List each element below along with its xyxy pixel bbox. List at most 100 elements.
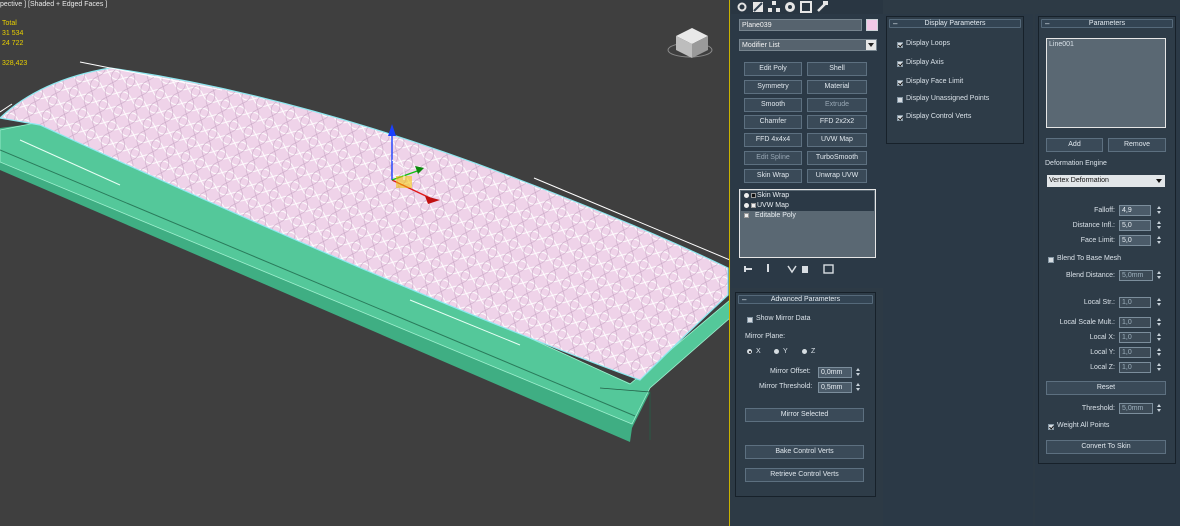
local-str-spinner-arrows[interactable] (1157, 297, 1162, 308)
display-icon[interactable] (800, 1, 812, 13)
retrieve-control-verts-button[interactable]: Retrieve Control Verts (745, 468, 864, 482)
modifier-button-edit-spline[interactable]: Edit Spline (744, 151, 802, 165)
modifier-button-extrude[interactable]: Extrude (807, 98, 867, 112)
mirror-threshold-spinner-arrows[interactable] (856, 382, 861, 393)
modifier-button-shell[interactable]: Shell (807, 62, 867, 76)
viewport-scene[interactable] (0, 0, 730, 526)
display-unassigned-points-checkbox[interactable] (897, 97, 903, 103)
weight-all-points-checkbox[interactable] (1048, 424, 1054, 430)
threshold-spinner[interactable]: 5,0mm (1119, 403, 1153, 414)
advanced-parameters-rollout: – Advanced Parameters Show Mirror Data M… (735, 292, 876, 497)
modifier-list-dropdown[interactable]: Modifier List (739, 39, 877, 51)
motion-icon[interactable] (784, 1, 796, 13)
threshold-spinner-arrows[interactable] (1157, 403, 1162, 414)
stack-item-editable-poly[interactable]: Editable Poly (741, 211, 874, 221)
perspective-viewport[interactable]: pective ] [Shaded + Edged Faces ] Total … (0, 0, 730, 526)
mirror-offset-spinner[interactable]: 0,0mm (818, 367, 852, 378)
distance-infl-spinner[interactable]: 5,0 (1119, 220, 1151, 231)
lightbulb-icon[interactable] (744, 193, 749, 198)
modifier-button-symmetry[interactable]: Symmetry (744, 80, 802, 94)
blend-to-base-checkbox[interactable] (1048, 257, 1054, 263)
modifier-button-uvw-map[interactable]: UVW Map (807, 133, 867, 147)
bake-control-verts-button[interactable]: Bake Control Verts (745, 445, 864, 459)
blend-distance-spinner-arrows[interactable] (1157, 270, 1162, 281)
mirror-offset-spinner-arrows[interactable] (856, 367, 861, 378)
local-y-spinner[interactable]: 1,0 (1119, 347, 1151, 358)
utilities-icon[interactable] (816, 1, 828, 13)
mirror-offset-label: Mirror Offset: (770, 368, 811, 375)
control-objects-list[interactable]: Line001 (1046, 38, 1166, 128)
local-scale-mult-spinner[interactable]: 1,0 (1119, 317, 1151, 328)
advanced-parameters-title: Advanced Parameters (770, 296, 841, 303)
blend-distance-spinner[interactable]: 5,0mm (1119, 270, 1153, 281)
modifier-button-material[interactable]: Material (807, 80, 867, 94)
show-end-result-icon[interactable] (765, 264, 771, 274)
chevron-down-icon[interactable] (1156, 179, 1162, 183)
chevron-down-icon[interactable] (866, 40, 876, 50)
show-mirror-data-checkbox[interactable] (747, 317, 753, 323)
object-color-swatch[interactable] (866, 19, 878, 31)
remove-button[interactable]: Remove (1108, 138, 1166, 152)
modifier-stack[interactable]: Skin Wrap UVW Map Editable Poly (739, 189, 876, 258)
modify-icon[interactable] (752, 1, 764, 13)
hierarchy-icon[interactable] (768, 1, 780, 13)
parameters-header[interactable]: – Parameters (1041, 19, 1173, 28)
reset-button[interactable]: Reset (1046, 381, 1166, 395)
make-unique-icon[interactable] (787, 264, 797, 274)
face-limit-spinner[interactable]: 5,0 (1119, 235, 1151, 246)
mirror-plane-label: Mirror Plane: (745, 333, 786, 340)
modifier-button-edit-poly[interactable]: Edit Poly (744, 62, 802, 76)
stack-item-uvw-map[interactable]: UVW Map (741, 201, 874, 211)
stats-total-label: Total (2, 20, 17, 27)
local-x-spinner[interactable]: 1,0 (1119, 332, 1151, 343)
modifier-button-ffd-2x2x2[interactable]: FFD 2x2x2 (807, 115, 867, 129)
lightbulb-icon[interactable] (744, 203, 749, 208)
display-face-limit-label: Display Face Limit (906, 78, 964, 85)
expand-icon[interactable] (744, 213, 749, 218)
threshold-label: Threshold: (1081, 405, 1115, 412)
display-loops-checkbox[interactable] (897, 42, 903, 48)
modifier-button-smooth[interactable]: Smooth (744, 98, 802, 112)
modifier-button-turbosmooth[interactable]: TurboSmooth (807, 151, 867, 165)
mirror-plane-y-radio[interactable] (774, 349, 779, 354)
local-scale-mult-spinner-arrows[interactable] (1157, 317, 1162, 328)
display-face-limit-checkbox[interactable] (897, 80, 903, 86)
local-x-spinner-arrows[interactable] (1157, 332, 1162, 343)
mirror-plane-x-label: X (756, 348, 761, 355)
mirror-selected-button[interactable]: Mirror Selected (745, 408, 864, 422)
create-icon[interactable] (736, 1, 748, 13)
local-str-spinner[interactable]: 1,0 (1119, 297, 1151, 308)
pin-stack-icon[interactable] (743, 264, 753, 274)
local-z-spinner-arrows[interactable] (1157, 362, 1162, 373)
deformation-engine-dropdown[interactable]: Vertex Deformation (1047, 175, 1165, 187)
distance-infl-spinner-arrows[interactable] (1157, 220, 1162, 231)
display-control-verts-checkbox[interactable] (897, 115, 903, 121)
falloff-spinner-arrows[interactable] (1157, 205, 1162, 216)
mirror-threshold-spinner[interactable]: 0,5mm (818, 382, 852, 393)
modifier-button-ffd-4x4x4[interactable]: FFD 4x4x4 (744, 133, 802, 147)
display-axis-checkbox[interactable] (897, 61, 903, 67)
local-y-spinner-arrows[interactable] (1157, 347, 1162, 358)
convert-to-skin-button[interactable]: Convert To Skin (1046, 440, 1166, 454)
mirror-plane-x-radio[interactable] (747, 349, 752, 354)
mirror-plane-z-radio[interactable] (802, 349, 807, 354)
advanced-parameters-header[interactable]: – Advanced Parameters (738, 295, 873, 304)
expand-icon[interactable] (751, 203, 756, 208)
modifier-button-unwrap-uvw[interactable]: Unwrap UVW (807, 169, 867, 183)
face-limit-spinner-arrows[interactable] (1157, 235, 1162, 246)
weight-all-points-label: Weight All Points (1057, 422, 1110, 429)
stack-item-skin-wrap[interactable]: Skin Wrap (741, 191, 874, 201)
remove-modifier-icon[interactable] (801, 264, 809, 274)
expand-icon[interactable] (751, 193, 756, 198)
configure-modifier-sets-icon[interactable] (823, 264, 834, 274)
modifier-button-chamfer[interactable]: Chamfer (744, 115, 802, 129)
object-name-field[interactable]: Plane039 (739, 19, 862, 31)
control-object-item[interactable]: Line001 (1049, 41, 1074, 48)
add-button[interactable]: Add (1046, 138, 1103, 152)
falloff-spinner[interactable]: 4,9 (1119, 205, 1151, 216)
display-parameters-header[interactable]: – Display Parameters (889, 19, 1021, 28)
modifier-button-skin-wrap[interactable]: Skin Wrap (744, 169, 802, 183)
viewport-label[interactable]: pective ] [Shaded + Edged Faces ] (0, 1, 107, 8)
viewport-border (729, 0, 730, 526)
local-z-spinner[interactable]: 1,0 (1119, 362, 1151, 373)
